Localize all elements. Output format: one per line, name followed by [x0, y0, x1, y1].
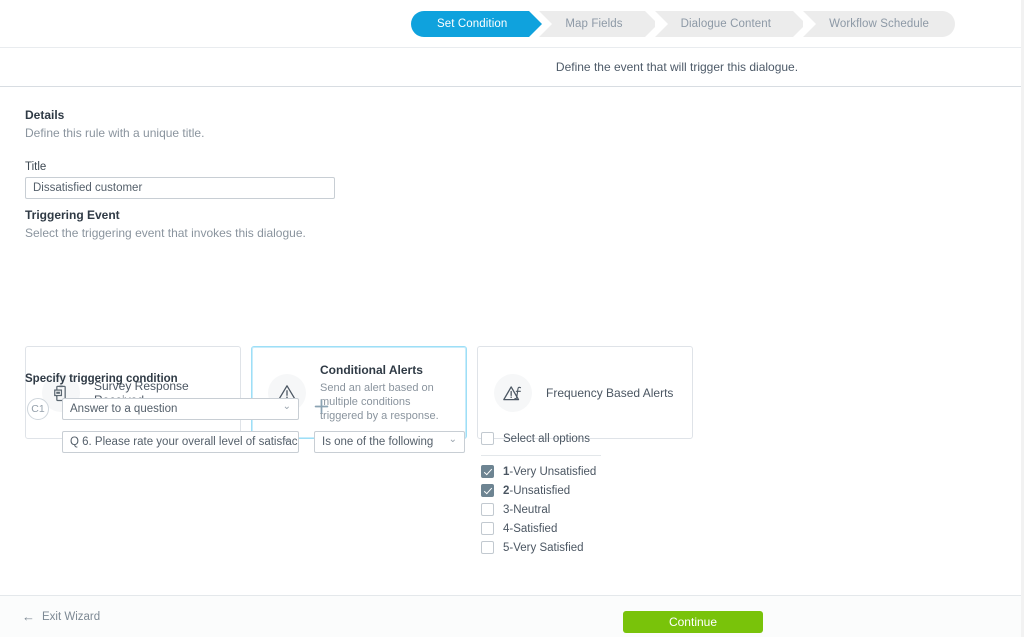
event-card-frequency-based-alerts[interactable]: Frequency Based Alerts	[477, 346, 693, 439]
option-row-1[interactable]: 1 -Very Unsatisfied	[481, 465, 596, 478]
wizard-content: Details Define this rule with a unique t…	[0, 88, 1024, 595]
exit-wizard-button[interactable]: ← Exit Wizard	[22, 610, 100, 623]
condition-heading: Specify triggering condition	[25, 373, 178, 385]
option-label-2: -Unsatisfied	[509, 485, 570, 497]
chevron-down-icon: ⌄	[449, 431, 457, 450]
event-card-title: Frequency Based Alerts	[546, 386, 673, 400]
title-field-label: Title	[25, 161, 46, 173]
details-heading: Details	[25, 108, 64, 122]
condition-question-select[interactable]: Q 6. Please rate your overall level of s…	[62, 431, 299, 453]
wizard-step-dialogue-content[interactable]: Dialogue Content	[655, 11, 793, 37]
wizard-header: Set Condition Map Fields Dialogue Conten…	[0, 0, 1024, 48]
wizard-step-label: Workflow Schedule	[829, 18, 929, 30]
option-checkbox-1[interactable]	[481, 465, 494, 478]
option-row-4[interactable]: 4 -Satisfied	[481, 522, 557, 535]
option-checkbox-3[interactable]	[481, 503, 494, 516]
event-card-survey-response-received[interactable]: Survey Response Received	[25, 346, 241, 439]
option-checkbox-5[interactable]	[481, 541, 494, 554]
option-row-5[interactable]: 5 -Very Satisfied	[481, 541, 584, 554]
wizard-step-list: Set Condition Map Fields Dialogue Conten…	[411, 11, 955, 37]
condition-type-select[interactable]: Answer to a question ⌄	[62, 398, 299, 420]
option-row-2[interactable]: 2 -Unsatisfied	[481, 484, 570, 497]
option-label-3: -Neutral	[509, 504, 550, 516]
continue-button[interactable]: Continue	[623, 611, 763, 633]
arrow-left-icon: ←	[22, 610, 35, 623]
condition-type-select-value: Answer to a question	[70, 403, 177, 415]
add-condition-button[interactable]	[313, 398, 330, 419]
condition-operator-select[interactable]: Is one of the following ⌄	[314, 431, 465, 453]
title-input[interactable]	[25, 177, 335, 199]
option-checkbox-2[interactable]	[481, 484, 494, 497]
chevron-down-icon: ⌄	[283, 398, 291, 417]
warning-triangle-frequency-icon	[494, 374, 532, 412]
select-all-options-row[interactable]: Select all options	[481, 432, 590, 445]
options-divider	[481, 455, 601, 456]
wizard-step-set-condition[interactable]: Set Condition	[411, 11, 529, 37]
option-label-1: -Very Unsatisfied	[509, 466, 596, 478]
event-card-title: Conditional Alerts	[320, 363, 456, 377]
condition-operator-select-value: Is one of the following	[322, 436, 433, 448]
exit-wizard-label: Exit Wizard	[42, 611, 100, 623]
select-all-label: Select all options	[503, 433, 590, 445]
wizard-subtitle-bar: Define the event that will trigger this …	[0, 49, 1024, 87]
chevron-down-icon: ⌄	[283, 431, 291, 450]
condition-question-select-value: Q 6. Please rate your overall level of s…	[70, 436, 298, 448]
select-all-checkbox[interactable]	[481, 432, 494, 445]
details-description: Define this rule with a unique title.	[25, 126, 204, 140]
option-row-3[interactable]: 3 -Neutral	[481, 503, 550, 516]
event-card-body: Conditional Alerts Send an alert based o…	[320, 363, 466, 423]
dialogue-wizard-page: Set Condition Map Fields Dialogue Conten…	[0, 0, 1024, 637]
option-label-5: -Very Satisfied	[509, 542, 583, 554]
triggering-event-description: Select the triggering event that invokes…	[25, 226, 306, 240]
event-card-conditional-alerts[interactable]: Conditional Alerts Send an alert based o…	[251, 346, 467, 439]
wizard-step-workflow-schedule[interactable]: Workflow Schedule	[803, 11, 955, 37]
event-card-body: Frequency Based Alerts	[546, 386, 683, 400]
option-checkbox-4[interactable]	[481, 522, 494, 535]
triggering-event-heading: Triggering Event	[25, 208, 120, 222]
wizard-step-label: Set Condition	[437, 18, 507, 30]
condition-badge-c1: C1	[27, 398, 49, 420]
option-label-4: -Satisfied	[509, 523, 557, 535]
wizard-step-label: Map Fields	[565, 18, 622, 30]
wizard-step-label: Dialogue Content	[681, 18, 771, 30]
event-card-description: Send an alert based on multiple conditio…	[320, 381, 456, 423]
wizard-footer: ← Exit Wizard	[0, 595, 1024, 637]
wizard-subtitle: Define the event that will trigger this …	[0, 60, 1024, 74]
wizard-step-map-fields[interactable]: Map Fields	[539, 11, 644, 37]
